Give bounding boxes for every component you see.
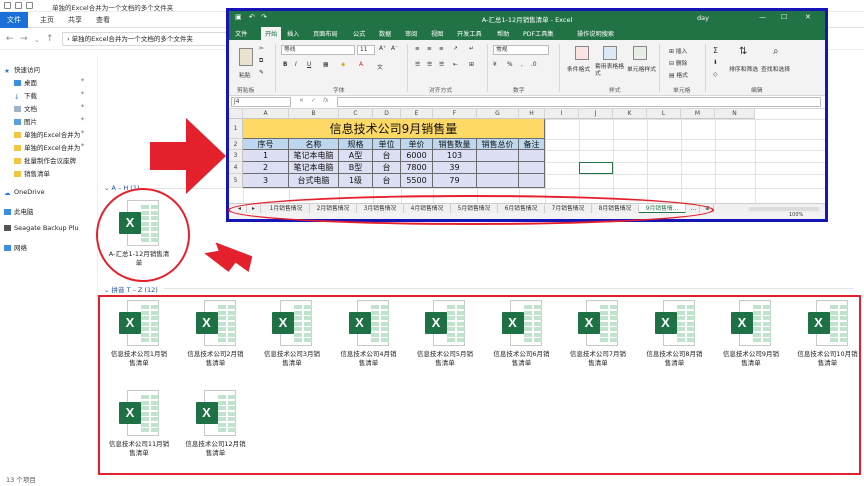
red-arrow-left bbox=[204, 242, 253, 273]
monthly-files-highlight-box bbox=[98, 295, 861, 475]
sheet-tabs-highlight-oval bbox=[228, 195, 714, 225]
red-arrow-right bbox=[150, 118, 226, 194]
summary-file-highlight-oval bbox=[96, 188, 190, 282]
